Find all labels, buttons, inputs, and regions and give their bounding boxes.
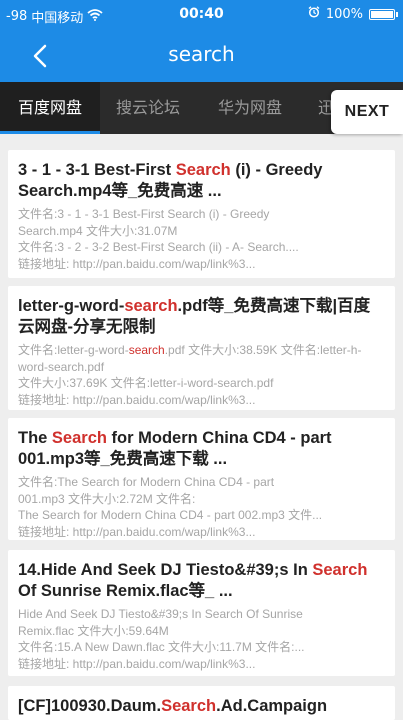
result-card[interactable]: 14.Hide And Seek DJ Tiesto&#39;s In Sear…: [8, 550, 395, 676]
meta-line: Remix.flac 文件大小:59.64M: [18, 623, 169, 638]
result-card[interactable]: The Search for Modern China CD4 - part 0…: [8, 418, 395, 540]
tab-label: 百度网盘: [17, 98, 82, 117]
meta-line: Hide And Seek DJ Tiesto&#39;s In Search …: [18, 607, 303, 621]
result-title[interactable]: letter-g-word-search.pdf等_免费高速下载|百度云网盘-分…: [18, 296, 385, 338]
tab-huawei-pan[interactable]: 华为网盘: [218, 82, 282, 134]
title-text: .Ad.Campaign: [216, 697, 328, 715]
title-text: The: [18, 429, 52, 447]
result-title[interactable]: 14.Hide And Seek DJ Tiesto&#39;s In Sear…: [18, 560, 385, 602]
result-card[interactable]: [CF]100930.Daum.Search.Ad.Campaign: [8, 686, 395, 720]
next-button[interactable]: NEXT: [331, 90, 403, 134]
alarm-icon: [308, 6, 320, 22]
meta-line: 文件名:15.A New Dawn.flac 文件大小:11.7M 文件名:..…: [18, 640, 305, 654]
title-highlight: Search: [51, 429, 107, 447]
title-highlight: search: [124, 297, 178, 315]
meta-line: 链接地址: http://pan.baidu.com/wap/link%3...: [18, 524, 256, 539]
result-card[interactable]: letter-g-word-search.pdf等_免费高速下载|百度云网盘-分…: [8, 286, 395, 410]
result-meta: 文件名:The Search for Modern China CD4 - pa…: [18, 474, 385, 540]
result-title[interactable]: [CF]100930.Daum.Search.Ad.Campaign: [18, 696, 385, 717]
title-highlight: Search: [161, 697, 217, 715]
meta-line: The Search for Modern China CD4 - part 0…: [18, 508, 323, 522]
result-title[interactable]: The Search for Modern China CD4 - part 0…: [18, 428, 385, 470]
battery-icon: [369, 8, 398, 20]
result-meta: 文件名:letter-g-word-search.pdf 文件大小:38.59K…: [18, 342, 385, 408]
meta-line: 文件名:The Search for Modern China CD4 - pa…: [18, 475, 275, 489]
title-text: Of Sunrise Remix.flac等_ ...: [18, 582, 233, 600]
title-text: 14.Hide And Seek DJ Tiesto&#39;s In: [18, 561, 313, 579]
meta-line: 001.mp3 文件大小:2.72M 文件名:: [18, 491, 196, 506]
meta-line: 文件名:3 - 2 - 3-2 Best-First Search (ii) -…: [18, 240, 299, 254]
title-text: letter-g-word-: [18, 297, 125, 315]
page-title: search: [168, 42, 235, 66]
active-tab-indicator: [0, 131, 100, 134]
meta-line: 链接地址: http://pan.baidu.com/wap/link%3...: [18, 392, 256, 407]
tab-label: 搜云论坛: [116, 98, 181, 117]
title-highlight: Search: [175, 161, 231, 179]
meta-line: 链接地址: http://pan.baidu.com/wap/link%3...: [18, 656, 256, 671]
result-meta: 文件名:3 - 1 - 3-1 Best-First Search (i) - …: [18, 206, 385, 272]
result-title[interactable]: 3 - 1 - 3-1 Best-First Search (i) - Gree…: [18, 160, 385, 202]
status-bar: -98 中国移动 00:40 100%: [0, 0, 403, 30]
meta-line: 文件名:letter-g-word-search.pdf 文件大小:38.59K…: [18, 342, 385, 375]
result-meta: Hide And Seek DJ Tiesto&#39;s In Search …: [18, 606, 385, 672]
status-right: 100%: [308, 6, 398, 22]
result-card[interactable]: 3 - 1 - 3-1 Best-First Search (i) - Gree…: [8, 150, 395, 278]
meta-text: 文件名:letter-g-word-: [18, 343, 129, 357]
tab-label: 华为网盘: [218, 98, 283, 117]
nav-bar: search: [0, 30, 403, 82]
title-highlight: Search: [312, 561, 368, 579]
title-text: 3 - 1 - 3-1 Best-First: [18, 161, 176, 179]
battery-level: [371, 10, 393, 18]
tab-baidu-pan[interactable]: 百度网盘: [0, 82, 100, 134]
battery-percent: 100%: [325, 6, 363, 22]
meta-line: Search.mp4 文件大小:31.07M: [18, 223, 178, 238]
meta-line: 链接地址: http://pan.baidu.com/wap/link%3...: [18, 256, 256, 271]
meta-line: 文件大小:37.69K 文件名:letter-i-word-search.pdf: [18, 376, 274, 390]
meta-highlight: search: [128, 343, 165, 357]
meta-line: 文件名:3 - 1 - 3-1 Best-First Search (i) - …: [18, 207, 270, 221]
title-text: [CF]100930.Daum.: [18, 697, 162, 715]
tab-souyun-forum[interactable]: 搜云论坛: [116, 82, 180, 134]
